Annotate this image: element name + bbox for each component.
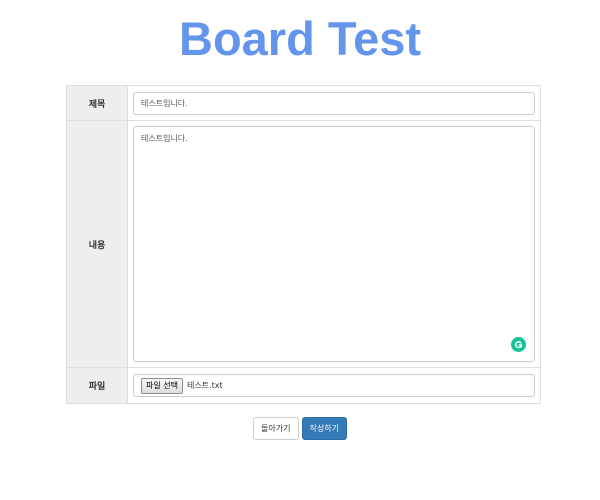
title-input[interactable]: 테스트입니다. [133, 92, 535, 115]
file-cell: 파일 선택 테스트.txt [129, 368, 540, 403]
content-cell: 테스트입니다. [129, 121, 540, 367]
board-form-table: 제목 테스트입니다. 내용 테스트입니다. 파일 파일 선택 테스트.txt [66, 85, 541, 404]
title-label: 제목 [67, 86, 128, 120]
file-label: 파일 [67, 368, 128, 403]
title-row: 제목 테스트입니다. [67, 86, 540, 121]
back-button[interactable]: 돌아가기 [253, 417, 299, 440]
file-choose-button[interactable]: 파일 선택 [141, 377, 183, 394]
submit-button[interactable]: 작성하기 [301, 417, 347, 440]
file-row: 파일 파일 선택 테스트.txt [67, 368, 540, 403]
title-cell: 테스트입니다. [129, 86, 540, 120]
file-name: 테스트.txt [186, 381, 223, 390]
content-row: 내용 테스트입니다. [67, 121, 540, 368]
file-input[interactable]: 파일 선택 테스트.txt [133, 374, 535, 397]
content-textarea[interactable]: 테스트입니다. [133, 126, 535, 362]
content-text: 테스트입니다. [141, 134, 188, 143]
grammarly-g-glyph [514, 341, 523, 349]
page-title: Board Test [179, 12, 421, 65]
content-label: 내용 [67, 121, 128, 367]
form-actions: 돌아가기 작성하기 [0, 417, 600, 440]
grammarly-icon[interactable] [511, 337, 526, 352]
